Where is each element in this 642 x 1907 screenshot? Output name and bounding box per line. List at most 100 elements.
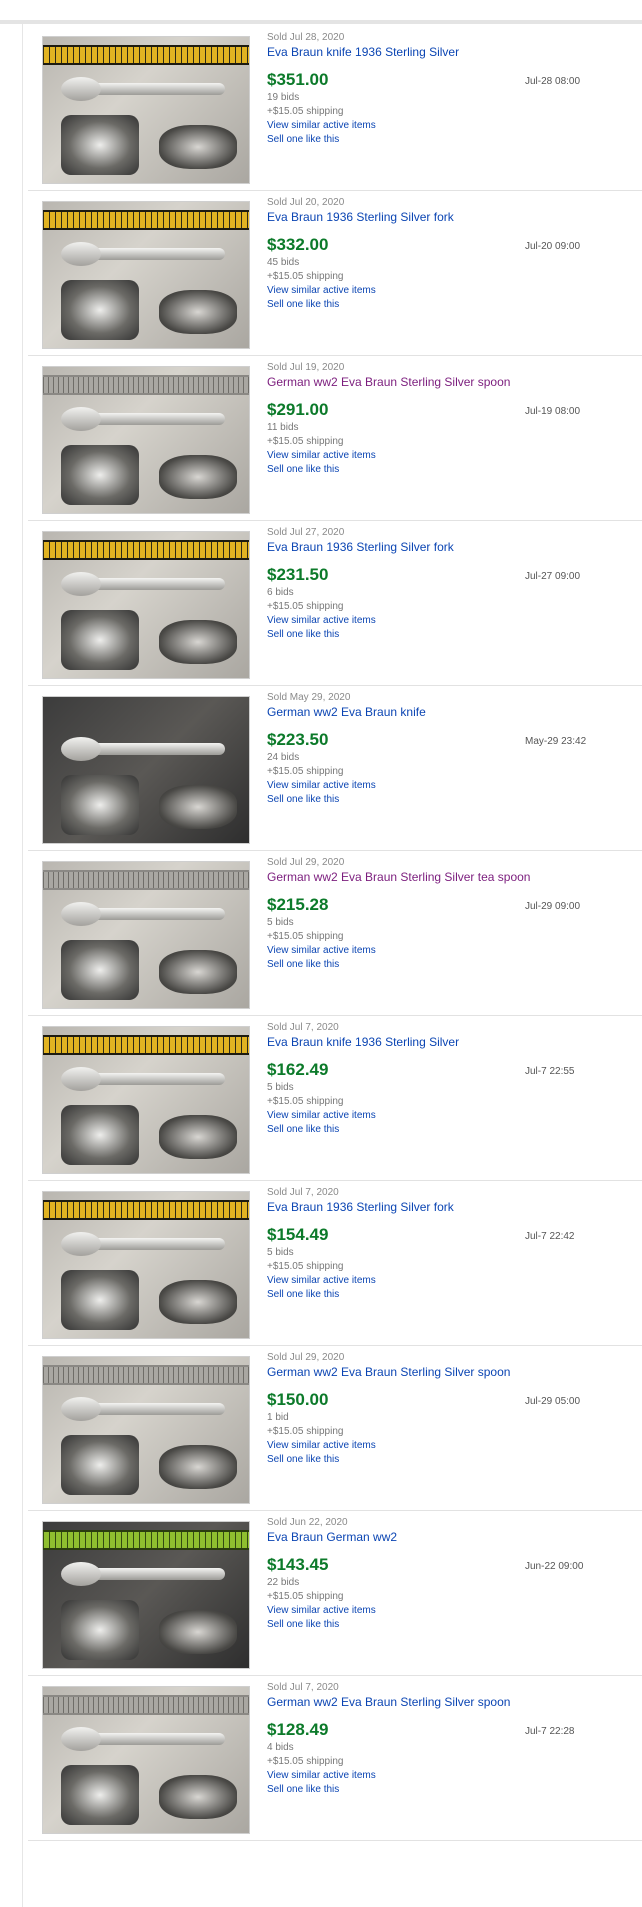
box-graphic: [61, 115, 139, 175]
view-similar-link[interactable]: View similar active items: [267, 1110, 376, 1121]
view-similar-link[interactable]: View similar active items: [267, 450, 376, 461]
sell-one-link[interactable]: Sell one like this: [267, 1289, 339, 1300]
ruler-graphic: [43, 1200, 249, 1220]
listing-title-link[interactable]: Eva Braun German ww2: [267, 1529, 637, 1545]
sold-date: Sold Jul 29, 2020: [267, 1352, 345, 1363]
view-similar-link[interactable]: View similar active items: [267, 1440, 376, 1451]
utensil-graphic: [61, 1232, 225, 1256]
end-date: Jun-22 09:00: [525, 1561, 584, 1572]
listing-title-link[interactable]: German ww2 Eva Braun Sterling Silver tea…: [267, 869, 637, 885]
sell-one-link[interactable]: Sell one like this: [267, 959, 339, 970]
case-graphic: [159, 1775, 237, 1819]
view-similar-link[interactable]: View similar active items: [267, 615, 376, 626]
listing-thumbnail[interactable]: [42, 1026, 250, 1174]
view-similar-link[interactable]: View similar active items: [267, 945, 376, 956]
view-similar-link[interactable]: View similar active items: [267, 1275, 376, 1286]
utensil-graphic: [61, 902, 225, 926]
sold-price: $231.50: [267, 565, 329, 584]
listing-title-link[interactable]: Eva Braun 1936 Sterling Silver fork: [267, 209, 637, 225]
listing-title-link[interactable]: Eva Braun knife 1936 Sterling Silver: [267, 1034, 637, 1050]
listing-thumbnail[interactable]: [42, 1191, 250, 1339]
sell-one-link[interactable]: Sell one like this: [267, 134, 339, 145]
listing-title-link[interactable]: German ww2 Eva Braun knife: [267, 704, 637, 720]
sold-price: $143.45: [267, 1555, 329, 1574]
listing-thumbnail[interactable]: [42, 366, 250, 514]
bid-count: 6 bids: [267, 587, 294, 598]
box-graphic: [61, 445, 139, 505]
listing-info: Sold Jul 27, 2020 Eva Braun 1936 Sterling…: [267, 527, 637, 640]
listing-title-link[interactable]: Eva Braun 1936 Sterling Silver fork: [267, 539, 637, 555]
listing-title-link[interactable]: Eva Braun knife 1936 Sterling Silver: [267, 44, 637, 60]
listing-title-link[interactable]: German ww2 Eva Braun Sterling Silver spo…: [267, 1694, 637, 1710]
view-similar-link[interactable]: View similar active items: [267, 1605, 376, 1616]
utensil-graphic: [61, 407, 225, 431]
shipping-cost: +$15.05 shipping: [267, 1261, 344, 1272]
view-similar-link[interactable]: View similar active items: [267, 1770, 376, 1781]
shipping-cost: +$15.05 shipping: [267, 271, 344, 282]
listing-info: Sold Jul 20, 2020 Eva Braun 1936 Sterling…: [267, 197, 637, 310]
sold-price: $154.49: [267, 1225, 329, 1244]
listing-info: Sold Jul 7, 2020 German ww2 Eva Braun Ste…: [267, 1682, 637, 1795]
sold-price: $215.28: [267, 895, 329, 914]
sell-one-link[interactable]: Sell one like this: [267, 299, 339, 310]
sell-one-link[interactable]: Sell one like this: [267, 794, 339, 805]
listing-thumbnail[interactable]: [42, 531, 250, 679]
sell-one-link[interactable]: Sell one like this: [267, 1124, 339, 1135]
listing-row: Sold Jun 22, 2020 Eva Braun German ww2 $14…: [28, 1511, 642, 1676]
sold-date: Sold May 29, 2020: [267, 692, 351, 703]
end-date: Jul-20 09:00: [525, 241, 581, 252]
ruler-graphic: [43, 375, 249, 395]
shipping-cost: +$15.05 shipping: [267, 931, 344, 942]
listing-info: Sold Jul 29, 2020 German ww2 Eva Braun St…: [267, 857, 637, 970]
box-graphic: [61, 1600, 139, 1660]
ruler-graphic: [43, 870, 249, 890]
view-similar-link[interactable]: View similar active items: [267, 120, 376, 131]
box-graphic: [61, 1105, 139, 1165]
listing-thumbnail[interactable]: [42, 1521, 250, 1669]
case-graphic: [159, 125, 237, 169]
listing-title-link[interactable]: German ww2 Eva Braun Sterling Silver spo…: [267, 1364, 637, 1380]
bid-count: 45 bids: [267, 257, 300, 268]
listing-info: Sold Jul 28, 2020 Eva Braun knife 1936 St…: [267, 32, 637, 145]
sold-price: $223.50: [267, 730, 329, 749]
case-graphic: [159, 1280, 237, 1324]
end-date: Jul-28 08:00: [525, 76, 581, 87]
sell-one-link[interactable]: Sell one like this: [267, 1619, 339, 1630]
listing-thumbnail[interactable]: [42, 1686, 250, 1834]
sell-one-link[interactable]: Sell one like this: [267, 629, 339, 640]
sold-date: Sold Jul 19, 2020: [267, 362, 345, 373]
sold-date: Sold Jul 28, 2020: [267, 32, 345, 43]
shipping-cost: +$15.05 shipping: [267, 766, 344, 777]
listing-thumbnail[interactable]: [42, 861, 250, 1009]
end-date: Jul-27 09:00: [525, 571, 581, 582]
listing-row: Sold Jul 7, 2020 Eva Braun 1936 Sterling …: [28, 1181, 642, 1346]
sold-price: $128.49: [267, 1720, 329, 1739]
sell-one-link[interactable]: Sell one like this: [267, 1454, 339, 1465]
listing-thumbnail[interactable]: [42, 36, 250, 184]
listing-thumbnail[interactable]: [42, 1356, 250, 1504]
view-similar-link[interactable]: View similar active items: [267, 285, 376, 296]
listing-row: Sold Jul 27, 2020 Eva Braun 1936 Sterling…: [28, 521, 642, 686]
listing-row: Sold Jul 20, 2020 Eva Braun 1936 Sterling…: [28, 191, 642, 356]
listing-thumbnail[interactable]: [42, 201, 250, 349]
box-graphic: [61, 1270, 139, 1330]
utensil-graphic: [61, 77, 225, 101]
sell-one-link[interactable]: Sell one like this: [267, 464, 339, 475]
shipping-cost: +$15.05 shipping: [267, 436, 344, 447]
box-graphic: [61, 280, 139, 340]
sold-date: Sold Jun 22, 2020: [267, 1517, 348, 1528]
sell-one-link[interactable]: Sell one like this: [267, 1784, 339, 1795]
bid-count: 19 bids: [267, 92, 300, 103]
shipping-cost: +$15.05 shipping: [267, 1426, 344, 1437]
bid-count: 22 bids: [267, 1577, 300, 1588]
view-similar-link[interactable]: View similar active items: [267, 780, 376, 791]
bid-count: 5 bids: [267, 1082, 294, 1093]
listing-title-link[interactable]: Eva Braun 1936 Sterling Silver fork: [267, 1199, 637, 1215]
utensil-graphic: [61, 1397, 225, 1421]
box-graphic: [61, 940, 139, 1000]
listing-title-link[interactable]: German ww2 Eva Braun Sterling Silver spo…: [267, 374, 637, 390]
listing-thumbnail[interactable]: [42, 696, 250, 844]
listing-row: Sold May 29, 2020 German ww2 Eva Braun kn…: [28, 686, 642, 851]
box-graphic: [61, 610, 139, 670]
listing-info: Sold May 29, 2020 German ww2 Eva Braun kn…: [267, 692, 637, 805]
